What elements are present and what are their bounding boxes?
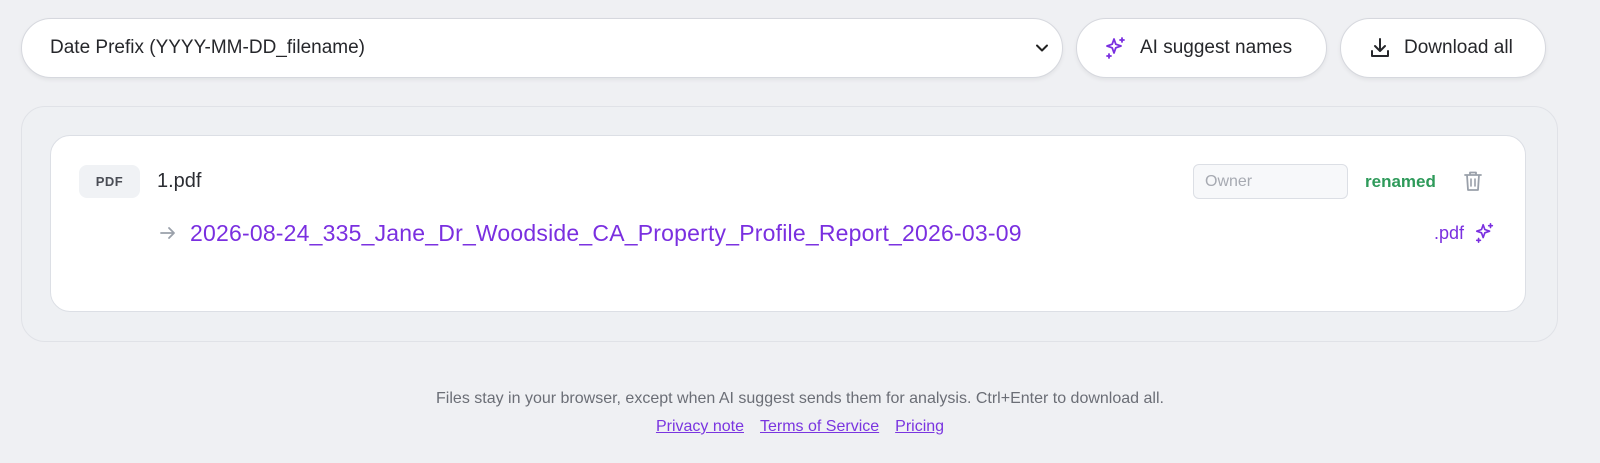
arrow-right-icon [160,227,175,239]
chevron-down-icon [1036,44,1048,52]
status-badge: renamed [1365,172,1436,191]
privacy-note-link[interactable]: Privacy note [656,418,744,436]
file-card: PDF 1.pdf renamed 2026-08-24_335_Jane_Dr… [50,135,1526,312]
download-all-label: Download all [1404,37,1513,58]
original-filename: 1.pdf [157,170,202,192]
naming-format-select[interactable]: Date Prefix (YYYY-MM-DD_filename) [21,18,1063,78]
download-all-button[interactable]: Download all [1340,18,1546,78]
owner-input[interactable] [1193,164,1348,199]
ai-suggest-names-label: AI suggest names [1140,37,1293,58]
file-type-badge: PDF [79,165,140,198]
download-icon [1371,38,1389,57]
file-list-panel: PDF 1.pdf renamed 2026-08-24_335_Jane_Dr… [21,106,1558,342]
footer-note: Files stay in your browser, except when … [436,390,1164,407]
footer-links: Privacy note Terms of Service Pricing [0,418,1600,436]
file-extension: .pdf [1434,223,1465,243]
naming-format-selected-value: Date Prefix (YYYY-MM-DD_filename) [50,37,365,58]
sparkles-icon [1106,37,1125,59]
new-filename-field[interactable]: 2026-08-24_335_Jane_Dr_Woodside_CA_Prope… [190,220,1022,247]
ai-suggest-names-button[interactable]: AI suggest names [1076,18,1327,78]
toolbar: Date Prefix (YYYY-MM-DD_filename) AI sug… [21,18,1558,78]
pricing-link[interactable]: Pricing [895,418,944,436]
sparkles-icon[interactable] [1474,222,1496,244]
trash-icon[interactable] [1462,169,1484,193]
terms-of-service-link[interactable]: Terms of Service [760,418,879,436]
